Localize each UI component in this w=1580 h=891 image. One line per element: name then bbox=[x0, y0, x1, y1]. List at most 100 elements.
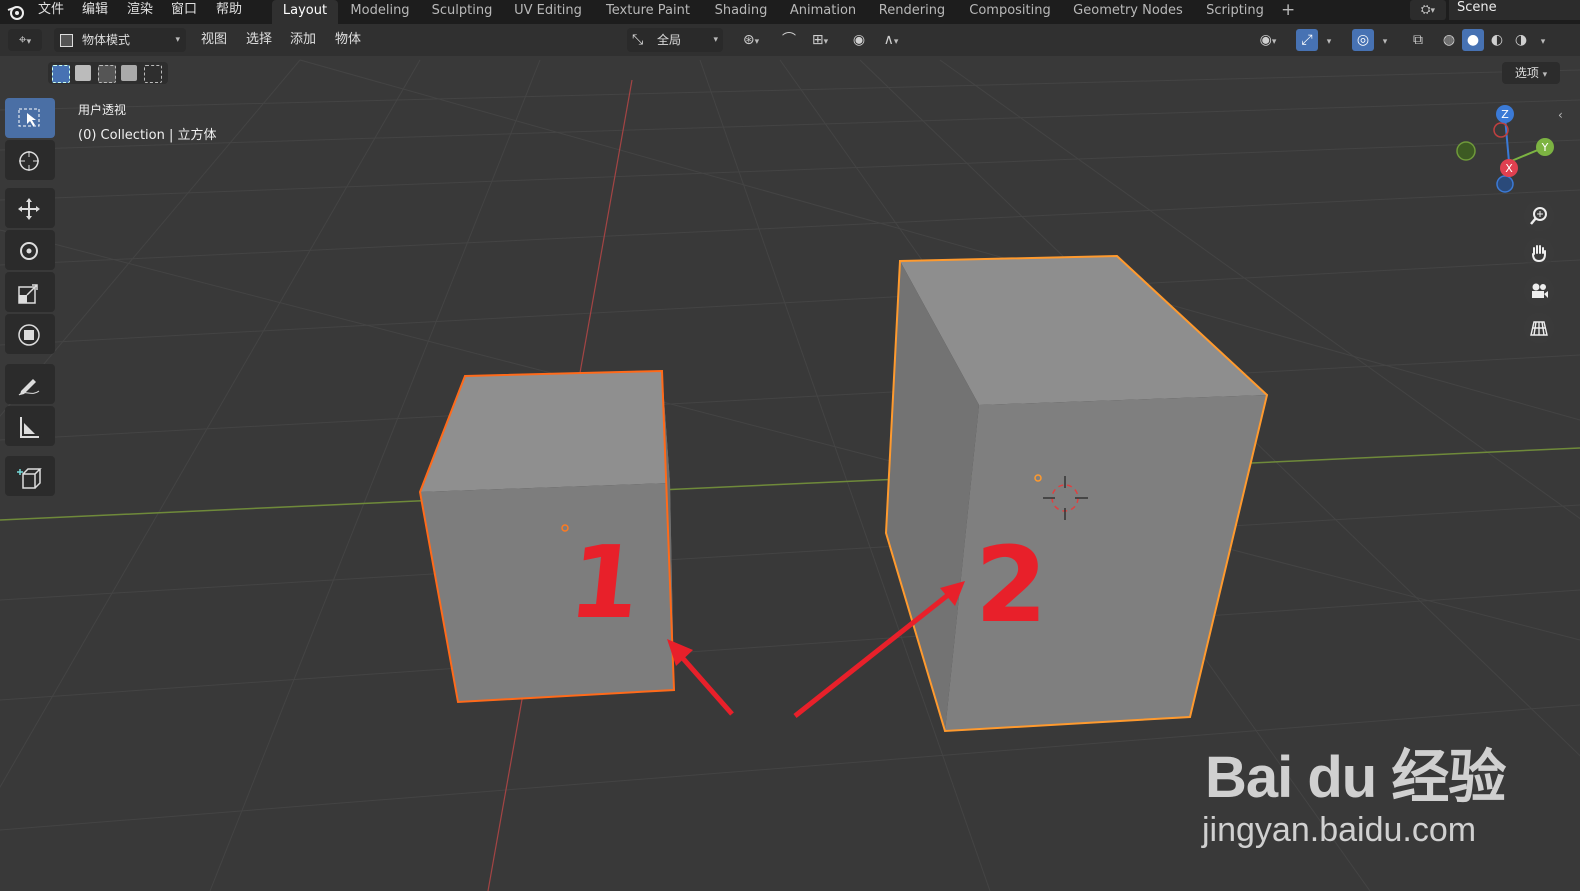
wireframe-shading-button[interactable]: ◍ bbox=[1438, 29, 1460, 51]
menu-view[interactable]: 视图 bbox=[201, 29, 227, 51]
rendered-shading-button[interactable]: ◑ bbox=[1510, 29, 1532, 51]
falloff-curve-icon: ∧ bbox=[883, 32, 894, 48]
y-axis-line bbox=[0, 447, 1580, 521]
neg-y-handle[interactable] bbox=[1456, 141, 1476, 161]
perspective-toggle-button[interactable] bbox=[1524, 313, 1554, 343]
tab-scripting[interactable]: Scripting bbox=[1200, 0, 1270, 24]
annotation-label-2: 2 bbox=[975, 524, 1048, 646]
solid-shading-button[interactable]: ● bbox=[1462, 29, 1484, 51]
collection-info-label: (0) Collection | 立方体 bbox=[78, 128, 217, 143]
menu-render[interactable]: 渲染 bbox=[127, 0, 153, 22]
magnet-icon: ⌒ bbox=[782, 32, 796, 48]
object-mode-icon bbox=[60, 34, 73, 47]
options-label: 选项 bbox=[1514, 66, 1539, 80]
pivot-point-button[interactable]: ⊛▾ bbox=[734, 29, 768, 51]
menu-object[interactable]: 物体 bbox=[335, 29, 361, 51]
select-mode-buttons bbox=[48, 62, 168, 84]
tool-cursor[interactable] bbox=[5, 140, 55, 180]
xray-toggle[interactable]: ⧉ bbox=[1407, 29, 1429, 51]
editor-type-icon: ⌖ bbox=[18, 32, 27, 48]
eye-icon: ◉ bbox=[1259, 32, 1272, 48]
tab-animation[interactable]: Animation bbox=[784, 0, 862, 24]
navigation-gizmo[interactable]: Z Y X bbox=[1450, 100, 1560, 200]
select-intersect-icon[interactable] bbox=[144, 65, 162, 83]
menu-help[interactable]: 帮助 bbox=[216, 0, 242, 22]
y-axis-label: Y bbox=[1541, 141, 1549, 154]
proportional-edit-toggle[interactable]: ◉ bbox=[848, 29, 870, 51]
tab-shading[interactable]: Shading bbox=[709, 0, 773, 24]
hand-icon bbox=[1532, 245, 1546, 262]
tool-select-box[interactable] bbox=[5, 98, 55, 138]
baidu-watermark-url: jingyan.baidu.com bbox=[1202, 811, 1477, 849]
scene-selector-button[interactable]: ⛭▾ bbox=[1410, 0, 1446, 20]
menu-window[interactable]: 窗口 bbox=[171, 0, 197, 22]
grid-perspective-icon bbox=[1530, 321, 1548, 336]
shading-options-button[interactable]: ▾ bbox=[1534, 29, 1552, 51]
neg-z-handle[interactable] bbox=[1496, 175, 1514, 193]
tab-rendering[interactable]: Rendering bbox=[873, 0, 951, 24]
cube-2[interactable] bbox=[884, 254, 1269, 733]
snap-increment-icon: ⊞ bbox=[811, 32, 824, 48]
tool-transform[interactable] bbox=[5, 314, 55, 354]
z-axis-label: Z bbox=[1501, 108, 1509, 121]
pan-button[interactable] bbox=[1524, 238, 1554, 268]
add-cube-icon bbox=[17, 468, 42, 489]
snap-toggle[interactable]: ⌒ bbox=[778, 29, 800, 51]
overlays-options-button[interactable]: ▾ bbox=[1376, 29, 1394, 51]
tab-texture-paint[interactable]: Texture Paint bbox=[598, 0, 698, 24]
xray-icon: ⧉ bbox=[1413, 32, 1423, 48]
move-arrows-icon bbox=[18, 198, 40, 220]
tool-annotate[interactable] bbox=[5, 364, 55, 404]
gizmo-icon: ⤢ bbox=[1301, 32, 1313, 48]
add-workspace-button[interactable]: + bbox=[1281, 0, 1295, 20]
overlays-toggle[interactable]: ◎ bbox=[1352, 29, 1374, 51]
menu-edit[interactable]: 编辑 bbox=[82, 0, 108, 22]
tool-move[interactable] bbox=[5, 188, 55, 228]
blender-logo-icon[interactable] bbox=[6, 2, 26, 22]
orientation-icon: ⤡ bbox=[632, 32, 644, 48]
menu-file[interactable]: 文件 bbox=[38, 0, 64, 22]
gizmo-toggle[interactable]: ⤢ bbox=[1296, 29, 1318, 51]
select-new-icon[interactable] bbox=[52, 65, 70, 83]
annotate-pencil-icon bbox=[18, 379, 40, 396]
tab-sculpting[interactable]: Sculpting bbox=[425, 0, 499, 24]
select-subtract-icon[interactable] bbox=[98, 65, 116, 83]
view-name-label: 用户透视 bbox=[78, 103, 127, 117]
zoom-button[interactable] bbox=[1524, 201, 1554, 231]
scene-name-field[interactable]: Scene bbox=[1449, 0, 1580, 20]
top-bar: 文件 编辑 渲染 窗口 帮助 Layout Modeling Sculpting… bbox=[0, 0, 1580, 24]
tab-compositing[interactable]: Compositing bbox=[962, 0, 1058, 24]
options-dropdown[interactable]: 选项 ▾ bbox=[1502, 62, 1560, 84]
overlays-icon: ◎ bbox=[1356, 32, 1370, 48]
snap-target-button[interactable]: ⊞▾ bbox=[803, 29, 837, 51]
select-invert-icon[interactable] bbox=[121, 65, 137, 81]
tool-rotate[interactable] bbox=[5, 230, 55, 270]
menu-select[interactable]: 选择 bbox=[246, 29, 272, 51]
tab-uv-editing[interactable]: UV Editing bbox=[509, 0, 587, 24]
gizmo-options-button[interactable]: ▾ bbox=[1320, 29, 1338, 51]
proportional-edit-icon: ◉ bbox=[852, 32, 866, 48]
camera-view-button[interactable] bbox=[1524, 276, 1554, 306]
select-extend-icon[interactable] bbox=[75, 65, 91, 81]
tool-measure[interactable] bbox=[5, 406, 55, 446]
scale-icon bbox=[18, 284, 38, 304]
visibility-button[interactable]: ◉▾ bbox=[1250, 29, 1286, 51]
falloff-button[interactable]: ∧▾ bbox=[875, 29, 907, 51]
editor-type-button[interactable]: ⌖▾ bbox=[8, 29, 42, 51]
menu-add[interactable]: 添加 bbox=[290, 29, 316, 51]
tool-add-cube[interactable] bbox=[5, 456, 55, 496]
transform-icon bbox=[18, 324, 40, 346]
tool-scale[interactable] bbox=[5, 272, 55, 312]
wireframe-sphere-icon: ◍ bbox=[1442, 32, 1456, 48]
material-shading-button[interactable]: ◐ bbox=[1486, 29, 1508, 51]
mode-dropdown[interactable]: 物体模式 ▾ bbox=[54, 28, 186, 52]
pivot-icon: ⊛ bbox=[742, 32, 755, 48]
chevron-down-icon: ▾ bbox=[1326, 37, 1332, 47]
chevron-down-icon: ▾ bbox=[1540, 37, 1546, 47]
tab-layout[interactable]: Layout bbox=[272, 0, 338, 24]
scene-icon: ⛭ bbox=[1420, 2, 1431, 16]
sidebar-toggle-arrow-icon[interactable]: ‹ bbox=[1558, 108, 1563, 122]
tab-modeling[interactable]: Modeling bbox=[346, 0, 414, 24]
tab-geometry-nodes[interactable]: Geometry Nodes bbox=[1067, 0, 1189, 24]
transform-orientation-dropdown[interactable]: ⤡ 全局 ▾ bbox=[627, 28, 723, 52]
